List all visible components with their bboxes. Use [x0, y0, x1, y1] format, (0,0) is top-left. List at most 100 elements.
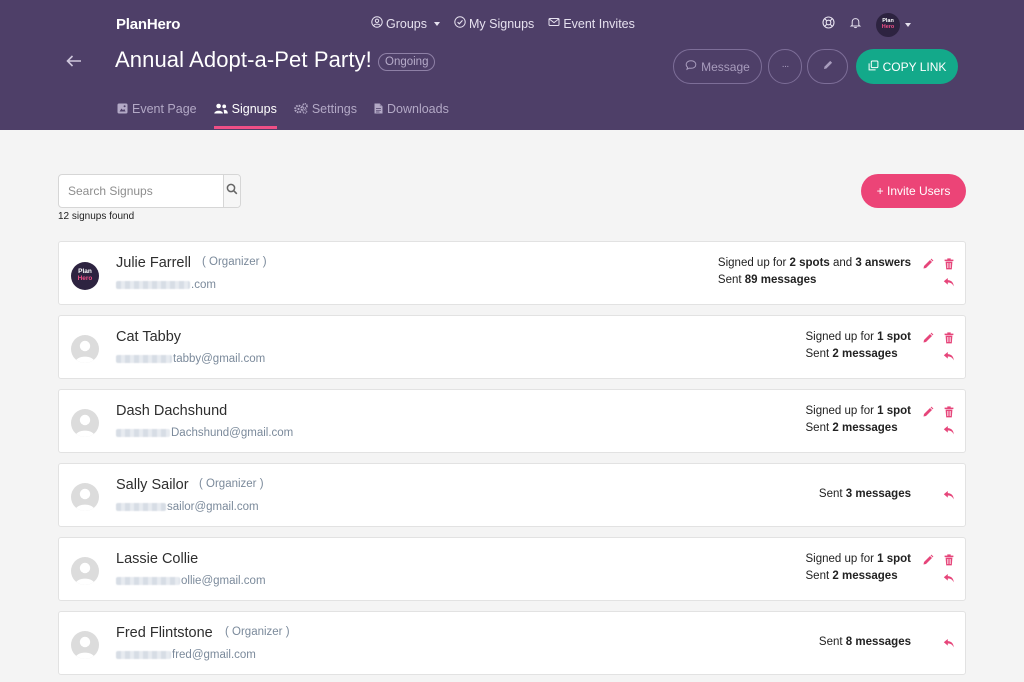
signup-stats: Signed up for 1 spot Sent 2 messages — [806, 403, 911, 437]
signup-stats: Sent 3 messages — [819, 486, 911, 503]
signup-summary: Signed up for 2 spots and 3 answers — [718, 255, 911, 272]
users-icon — [213, 102, 228, 117]
stat-text: Signed up for — [805, 405, 878, 417]
signup-email: Dachshund@gmail.com — [116, 427, 293, 439]
messages-summary: Sent 3 messages — [819, 486, 911, 503]
back-arrow-icon[interactable] — [65, 54, 83, 68]
stat-text: Sent — [805, 348, 833, 360]
tab-event-page-label: Event Page — [132, 102, 197, 116]
signup-card[interactable]: Dash Dachshund Dachshund@gmail.com Signed … — [58, 389, 966, 453]
edit-pencil-icon[interactable] — [922, 258, 934, 270]
nav-my-signups[interactable]: My Signups — [454, 16, 534, 31]
signup-name[interactable]: Dash Dachshund — [116, 403, 227, 419]
redacted-email-part — [116, 576, 180, 585]
organizer-role-label: ( Organizer ) — [202, 256, 267, 268]
redacted-email-part — [116, 650, 171, 659]
stat-value: 1 spot — [877, 405, 911, 417]
default-avatar-icon — [71, 483, 99, 511]
stat-value: 2 messages — [832, 570, 898, 582]
stat-text: and — [829, 257, 856, 269]
tab-settings[interactable]: Settings — [294, 102, 357, 129]
signup-email: tabby@gmail.com — [116, 353, 265, 365]
avatar: Plan Hero — [876, 13, 900, 37]
signup-name[interactable]: Sally Sailor — [116, 477, 189, 493]
trash-icon[interactable] — [943, 554, 955, 566]
nav-groups[interactable]: Groups — [371, 16, 440, 31]
tab-signups[interactable]: Signups — [213, 102, 277, 129]
stat-value: 3 answers — [855, 257, 911, 269]
stat-value: 2 spots — [789, 257, 830, 269]
ellipsis-icon: ··· — [781, 61, 790, 72]
reply-icon[interactable] — [943, 276, 955, 288]
trash-icon[interactable] — [943, 406, 955, 418]
reply-icon[interactable] — [943, 637, 955, 649]
stat-text: Sent — [805, 422, 833, 434]
tab-downloads[interactable]: Downloads — [374, 102, 449, 129]
messages-summary: Sent 2 messages — [806, 420, 911, 437]
signup-card[interactable]: Plan Hero Julie Farrell ( Organizer ) .com Si… — [58, 241, 966, 305]
default-avatar-icon — [71, 631, 99, 659]
signup-stats: Signed up for 1 spot Sent 2 messages — [806, 329, 911, 363]
planhero-logo[interactable]: PlanHero — [116, 16, 180, 33]
stat-text: Sent — [818, 636, 846, 648]
tab-settings-label: Settings — [311, 102, 357, 116]
stat-text: Signed up for — [717, 257, 790, 269]
edit-event-button[interactable] — [807, 49, 848, 84]
signup-email: sailor@gmail.com — [116, 501, 259, 513]
signup-card[interactable]: Lassie Collie ollie@gmail.com Signed up fo… — [58, 537, 966, 601]
reply-icon[interactable] — [943, 350, 955, 362]
chat-bubble-icon — [685, 59, 697, 74]
signup-card[interactable]: Fred Flintstone ( Organizer ) fred@gmail.c… — [58, 611, 966, 675]
tab-event-page[interactable]: Event Page — [117, 102, 197, 129]
more-options-button[interactable]: ··· — [768, 49, 802, 84]
edit-pencil-icon[interactable] — [922, 332, 934, 344]
reply-icon[interactable] — [943, 572, 955, 584]
avatar-text-bottom: Hero — [77, 275, 93, 282]
trash-icon[interactable] — [943, 258, 955, 270]
signup-stats: Sent 8 messages — [819, 634, 911, 651]
signup-email: .com — [116, 279, 216, 291]
app-header: PlanHero Groups My Signups Event Invites — [0, 0, 1024, 130]
signup-summary: Signed up for 1 spot — [806, 329, 911, 346]
bell-icon[interactable] — [849, 16, 862, 34]
help-lifebuoy-icon[interactable] — [822, 16, 835, 34]
signup-email-visible: fred@gmail.com — [172, 649, 256, 661]
top-nav: Groups My Signups Event Invites — [371, 16, 635, 31]
nav-my-signups-label: My Signups — [469, 16, 535, 31]
signup-name[interactable]: Cat Tabby — [116, 329, 181, 345]
stat-value: 1 spot — [877, 331, 911, 343]
stat-value: 1 spot — [877, 553, 911, 565]
event-page-icon — [117, 102, 128, 117]
message-button[interactable]: Message — [673, 49, 762, 84]
signup-email-visible: tabby@gmail.com — [173, 353, 266, 365]
signup-stats: Signed up for 1 spot Sent 2 messages — [806, 551, 911, 585]
redacted-email-part — [116, 280, 190, 289]
stat-text: Sent — [805, 570, 833, 582]
signup-email: ollie@gmail.com — [116, 575, 266, 587]
default-avatar-icon — [71, 335, 99, 363]
signup-email-visible: sailor@gmail.com — [167, 501, 259, 513]
avatar: Plan Hero — [71, 262, 99, 290]
signup-email-visible: ollie@gmail.com — [181, 575, 266, 587]
search-button[interactable] — [223, 175, 240, 207]
messages-summary: Sent 2 messages — [806, 568, 911, 585]
stat-value: 89 messages — [744, 274, 817, 286]
edit-pencil-icon[interactable] — [922, 406, 934, 418]
search-input[interactable] — [59, 175, 223, 207]
signup-summary: Signed up for 1 spot — [806, 551, 911, 568]
nav-event-invites[interactable]: Event Invites — [548, 16, 635, 31]
signup-name[interactable]: Lassie Collie — [116, 551, 198, 567]
trash-icon[interactable] — [943, 332, 955, 344]
invite-users-button[interactable]: + Invite Users — [861, 174, 966, 208]
signup-name[interactable]: Julie Farrell — [116, 255, 191, 271]
avatar-text-bottom: Hero — [881, 24, 895, 30]
user-menu[interactable]: Plan Hero — [876, 13, 911, 37]
reply-icon[interactable] — [943, 424, 955, 436]
copy-link-button[interactable]: COPY LINK — [856, 49, 958, 84]
reply-icon[interactable] — [943, 489, 955, 501]
edit-pencil-icon[interactable] — [922, 554, 934, 566]
stat-text: Sent — [818, 488, 846, 500]
signup-name[interactable]: Fred Flintstone — [116, 625, 213, 641]
signup-card[interactable]: Sally Sailor ( Organizer ) sailor@gmail.co… — [58, 463, 966, 527]
signup-card[interactable]: Cat Tabby tabby@gmail.com Signed up for 1 … — [58, 315, 966, 379]
